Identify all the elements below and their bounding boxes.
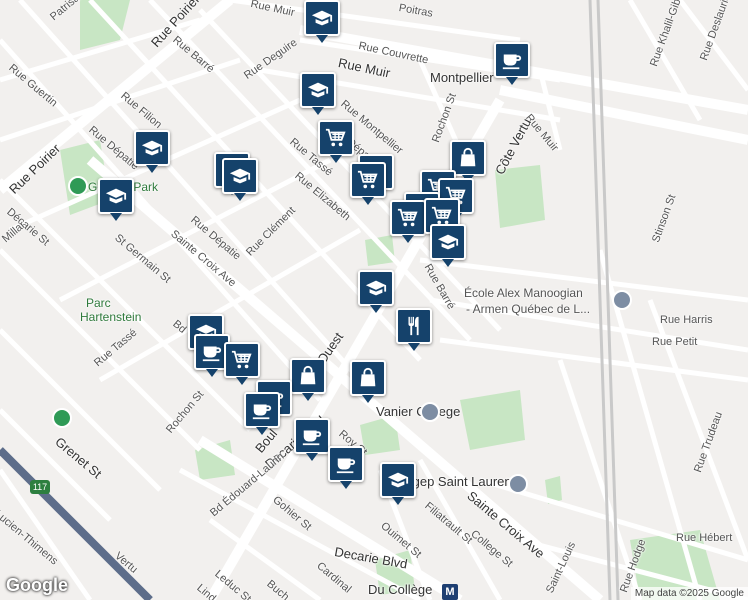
cafe-pin[interactable] bbox=[294, 418, 330, 461]
label-rue-hebert: Rue Hébert bbox=[676, 532, 733, 544]
cafe-icon bbox=[301, 425, 323, 447]
label-rue-petit: Rue Petit bbox=[652, 336, 698, 348]
school-pin[interactable] bbox=[300, 72, 336, 115]
label-school-1: École Alex Manoogian bbox=[464, 286, 583, 300]
school-icon bbox=[437, 231, 459, 253]
grocery-icon bbox=[325, 127, 347, 149]
school-pin[interactable] bbox=[134, 130, 170, 173]
label-school-2: - Armen Québec de L... bbox=[466, 302, 591, 316]
map-attribution[interactable]: Map data ©2025 Google bbox=[630, 587, 748, 600]
grocery-pin[interactable] bbox=[224, 342, 260, 385]
school-icon bbox=[311, 7, 333, 29]
park-marker-icon-2 bbox=[52, 408, 72, 428]
grocery-pin[interactable] bbox=[350, 162, 386, 205]
school-icon bbox=[365, 277, 387, 299]
park-marker-icon bbox=[68, 176, 88, 196]
restaurant-pin[interactable] bbox=[396, 308, 432, 351]
school-pin[interactable] bbox=[98, 178, 134, 221]
google-logo: Google bbox=[6, 575, 68, 595]
school-pin[interactable] bbox=[430, 224, 466, 267]
school-icon bbox=[307, 79, 329, 101]
map-canvas[interactable]: Rue Muir Poitras Rue Poirier Patrisac Ru… bbox=[0, 0, 748, 600]
school-pin[interactable] bbox=[222, 158, 258, 201]
school-pin[interactable] bbox=[304, 0, 340, 43]
shopping-pin[interactable] bbox=[290, 358, 326, 401]
cegep-marker-icon bbox=[508, 474, 528, 494]
shopping-pin[interactable] bbox=[350, 360, 386, 403]
metro-icon: M bbox=[442, 584, 458, 600]
school-icon bbox=[229, 165, 251, 187]
grocery-pin[interactable] bbox=[390, 200, 426, 243]
school-icon bbox=[387, 469, 409, 491]
school-icon bbox=[141, 137, 163, 159]
cafe-icon bbox=[335, 453, 357, 475]
grocery-icon bbox=[357, 169, 379, 191]
label-rue-harris: Rue Harris bbox=[660, 314, 713, 326]
restaurant-icon bbox=[403, 315, 425, 337]
grocery-icon bbox=[231, 349, 253, 371]
cafe-pin[interactable] bbox=[244, 392, 280, 435]
shopping-bag-icon bbox=[297, 365, 319, 387]
college-marker-icon bbox=[420, 402, 440, 422]
school-icon bbox=[105, 185, 127, 207]
cafe-pin[interactable] bbox=[328, 446, 364, 489]
label-parc-1: Parc bbox=[86, 296, 111, 310]
school-marker-icon bbox=[612, 290, 632, 310]
shopping-bag-icon bbox=[357, 367, 379, 389]
cafe-icon bbox=[501, 49, 523, 71]
label-du-college: Du Collège bbox=[368, 582, 433, 597]
cafe-icon bbox=[201, 341, 223, 363]
shopping-bag-icon bbox=[457, 147, 479, 169]
cafe-icon bbox=[251, 399, 273, 421]
highway-shield: 117 bbox=[30, 480, 50, 494]
label-vanier: Vanier College bbox=[376, 404, 461, 419]
cafe-pin[interactable] bbox=[494, 42, 530, 85]
grocery-icon bbox=[397, 207, 419, 229]
grocery-pin[interactable] bbox=[318, 120, 354, 163]
label-montpellier: Montpellier bbox=[430, 70, 494, 85]
label-parc-2: Hartenstein bbox=[80, 310, 142, 324]
school-pin[interactable] bbox=[358, 270, 394, 313]
school-pin[interactable] bbox=[380, 462, 416, 505]
